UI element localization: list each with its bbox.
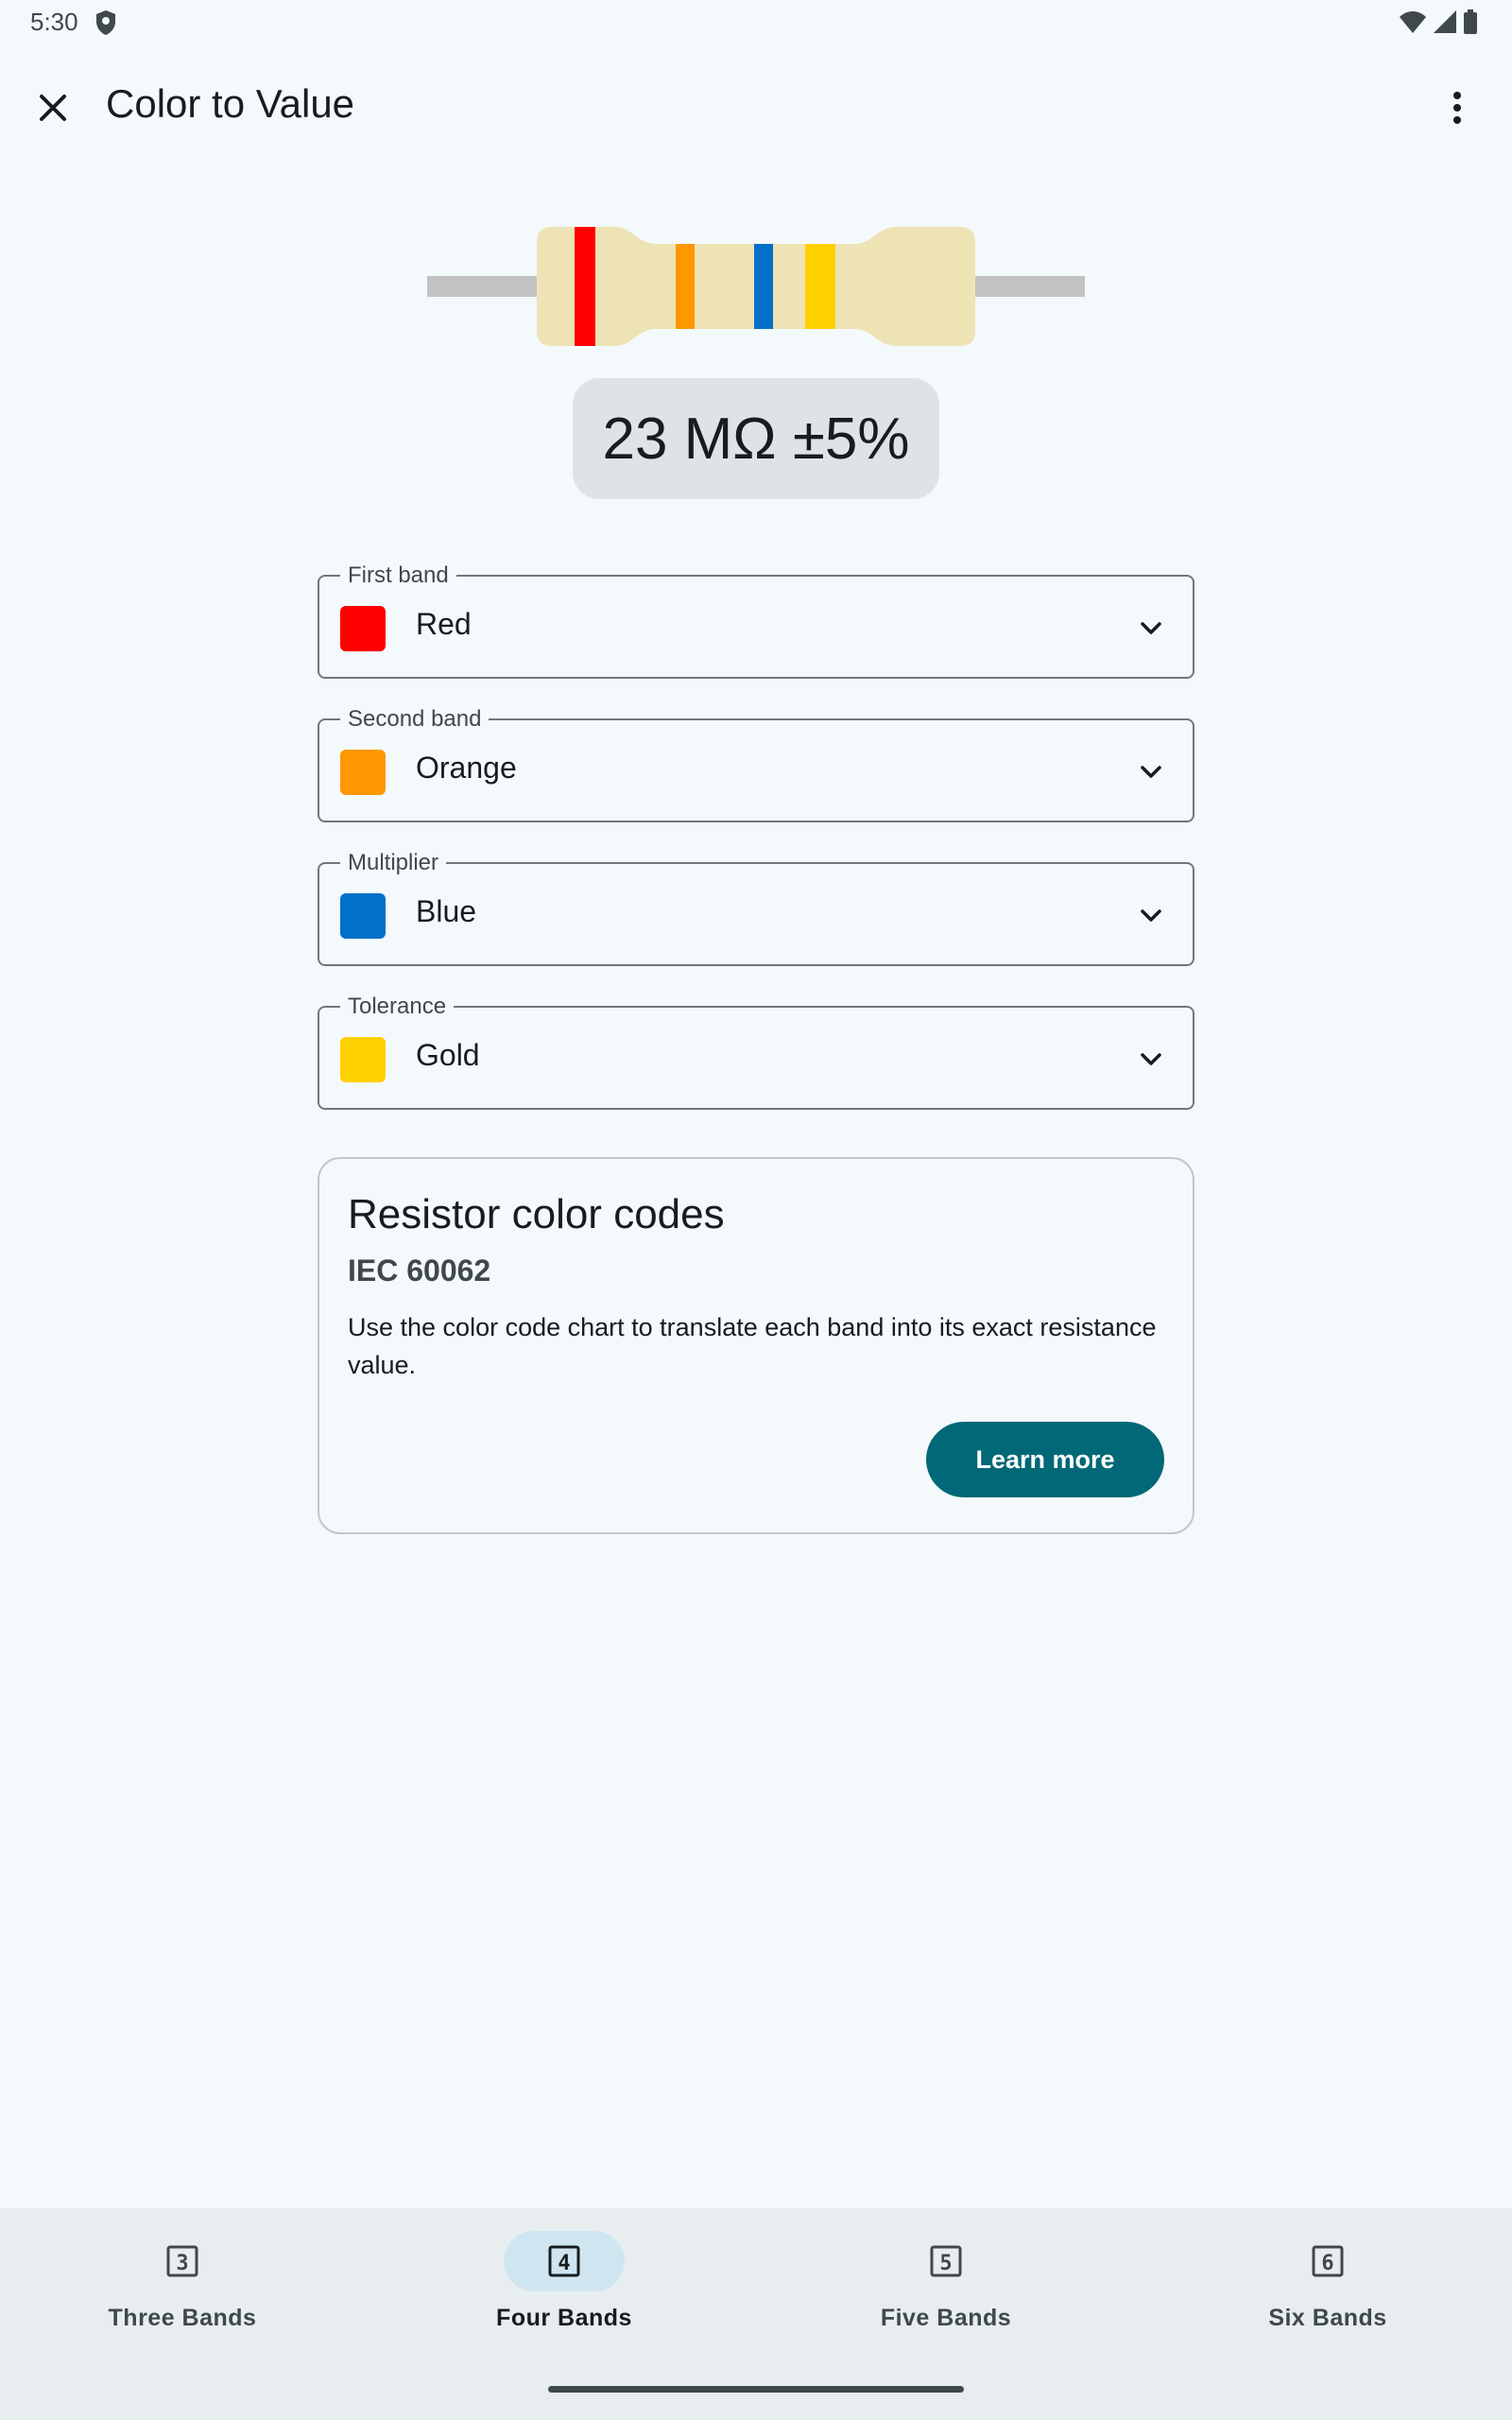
card-title: Resistor color codes <box>348 1191 725 1237</box>
status-bar: 5:30 <box>0 0 1512 45</box>
filter-3-icon: 3 <box>166 2245 198 2277</box>
cell-signal-icon <box>1434 10 1456 33</box>
resistor-lead-right <box>973 276 1085 297</box>
card-body: Use the color code chart to translate ea… <box>348 1313 1157 1379</box>
nav-five-bands[interactable]: 5 Five Bands <box>757 2208 1135 2360</box>
more-vert-icon <box>1453 92 1461 124</box>
close-icon <box>40 95 66 121</box>
filter-5-icon: 5 <box>930 2245 962 2277</box>
card-subtitle: IEC 60062 <box>348 1253 491 1288</box>
resistance-value-display: 23 MΩ ±5% <box>573 378 939 499</box>
nav-three-bands[interactable]: 3 Three Bands <box>0 2208 371 2360</box>
nav-icon-digit: 6 <box>1321 2252 1333 2275</box>
resistor-band-4 <box>805 244 835 329</box>
resistor-band-2 <box>676 244 695 329</box>
nav-icon-digit: 5 <box>939 2252 952 2275</box>
filter-4-icon: 4 <box>548 2245 580 2277</box>
nav-icon-digit: 4 <box>558 2252 570 2275</box>
nav-label: Four Bands <box>496 2305 632 2331</box>
multiplier-label: Multiplier <box>340 850 447 876</box>
info-card: Resistor color codes IEC 60062 Use the c… <box>318 1157 1194 1534</box>
color-swatch <box>340 606 386 651</box>
nav-label: Five Bands <box>880 2305 1012 2331</box>
color-swatch <box>340 1037 386 1082</box>
first-band-value: Red <box>416 607 472 641</box>
chevron-down-icon <box>1141 622 1161 634</box>
gesture-navigation-bar[interactable] <box>548 2386 964 2393</box>
nav-six-bands[interactable]: 6 Six Bands <box>1139 2208 1512 2360</box>
multiplier-value: Blue <box>416 894 477 928</box>
top-app-bar: Color to Value <box>0 57 1512 155</box>
multiplier-dropdown[interactable]: Multiplier Blue <box>318 850 1194 966</box>
shield-icon <box>96 10 115 35</box>
color-swatch <box>340 893 386 939</box>
first-band-label: First band <box>340 562 456 589</box>
wifi-icon <box>1400 11 1426 33</box>
page-title: Color to Value <box>106 81 355 126</box>
battery-icon <box>1464 9 1477 34</box>
status-icons <box>1399 9 1478 34</box>
tolerance-label: Tolerance <box>340 994 455 1020</box>
second-band-dropdown[interactable]: Second band Orange <box>318 706 1194 822</box>
tolerance-dropdown[interactable]: Tolerance Gold <box>318 994 1194 1110</box>
close-button[interactable] <box>21 76 85 140</box>
resistor-band-1 <box>575 227 595 346</box>
tolerance-value: Gold <box>416 1038 480 1072</box>
color-swatch <box>340 750 386 795</box>
filter-6-icon: 6 <box>1312 2245 1344 2277</box>
nav-label: Three Bands <box>108 2305 257 2331</box>
more-options-button[interactable] <box>1425 76 1489 140</box>
chevron-down-icon <box>1141 1053 1161 1065</box>
nav-icon-digit: 3 <box>176 2252 188 2275</box>
learn-more-button[interactable]: Learn more <box>926 1422 1164 1497</box>
resistor-illustration <box>427 227 1085 346</box>
first-band-dropdown[interactable]: First band Red <box>318 562 1194 679</box>
nav-label: Six Bands <box>1268 2305 1387 2331</box>
second-band-value: Orange <box>416 751 517 785</box>
nav-four-bands[interactable]: 4 Four Bands <box>375 2208 753 2360</box>
resistor-band-3 <box>754 244 773 329</box>
resistor-lead-left <box>427 276 539 297</box>
status-time: 5:30 <box>30 8 78 36</box>
second-band-label: Second band <box>340 706 490 733</box>
chevron-down-icon <box>1141 909 1161 922</box>
chevron-down-icon <box>1141 766 1161 778</box>
